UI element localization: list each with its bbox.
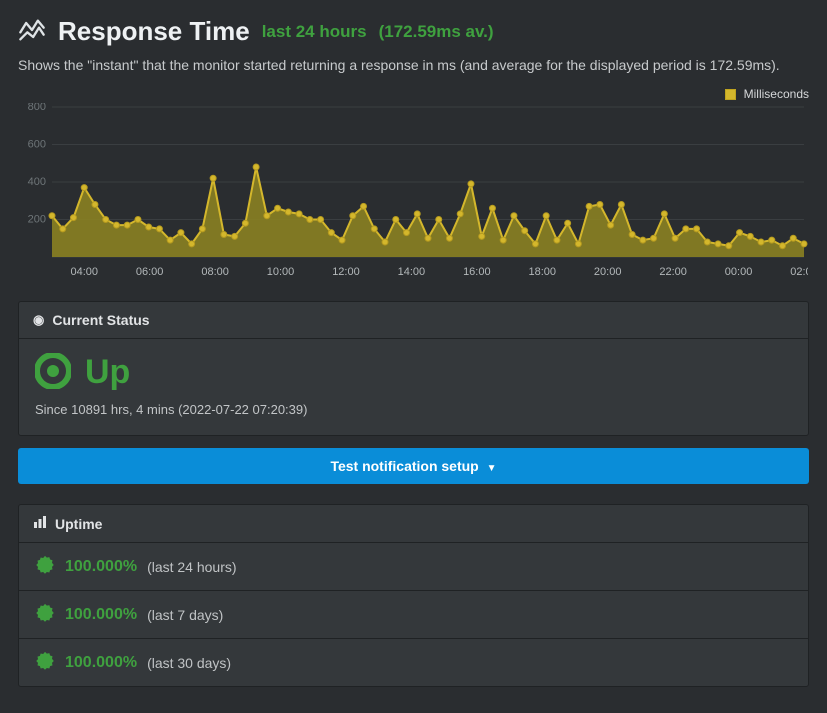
test-notification-label: Test notification setup (330, 458, 478, 474)
page-title-row: Response Time last 24 hours (172.59ms av… (18, 16, 809, 47)
svg-text:08:00: 08:00 (201, 266, 229, 278)
uptime-pct: 100.000% (65, 558, 137, 576)
seal-icon (35, 555, 55, 578)
seal-icon (35, 651, 55, 674)
bar-chart-icon (33, 515, 47, 532)
test-notification-button[interactable]: Test notification setup ▼ (18, 448, 809, 484)
response-time-chart: 200 400 600 800 04:00 06:00 08:00 10:00 12:00 14:… (18, 103, 808, 283)
chart-line-icon (18, 16, 46, 47)
svg-text:20:00: 20:00 (594, 266, 622, 278)
uptime-period: (last 30 days) (147, 655, 231, 671)
chart-legend: Milliseconds (18, 87, 809, 101)
legend-swatch (725, 89, 736, 100)
current-status-header: ◉ Current Status (19, 302, 808, 339)
svg-text:04:00: 04:00 (70, 266, 98, 278)
page-title: Response Time (58, 16, 250, 47)
uptime-period: (last 7 days) (147, 607, 223, 623)
subtitle-period: last 24 hours (262, 22, 367, 42)
current-status-body: Up Since 10891 hrs, 4 mins (2022-07-22 0… (19, 339, 808, 435)
uptime-pct: 100.000% (65, 606, 137, 624)
svg-text:02:00: 02:00 (790, 266, 808, 278)
svg-text:22:00: 22:00 (659, 266, 687, 278)
svg-text:14:00: 14:00 (398, 266, 426, 278)
status-label: Up (85, 353, 130, 392)
uptime-row: 100.000% (last 7 days) (19, 591, 808, 639)
uptime-pct: 100.000% (65, 654, 137, 672)
uptime-panel: Uptime 100.000% (last 24 hours) 100.000% (l… (18, 504, 809, 687)
svg-text:16:00: 16:00 (463, 266, 491, 278)
svg-text:06:00: 06:00 (136, 266, 164, 278)
svg-text:00:00: 00:00 (725, 266, 753, 278)
current-status-title: Current Status (52, 312, 149, 328)
legend-label: Milliseconds (744, 87, 809, 101)
status-up-icon (35, 353, 71, 392)
status-since: Since 10891 hrs, 4 mins (2022-07-22 07:2… (35, 402, 792, 417)
uptime-period: (last 24 hours) (147, 559, 236, 575)
subtitle-average: (172.59ms av.) (379, 22, 494, 42)
uptime-row: 100.000% (last 30 days) (19, 639, 808, 686)
svg-text:10:00: 10:00 (267, 266, 295, 278)
status-row: Up (35, 353, 792, 392)
record-icon: ◉ (33, 312, 44, 328)
uptime-row: 100.000% (last 24 hours) (19, 543, 808, 591)
chart-description: Shows the "instant" that the monitor sta… (18, 57, 809, 73)
svg-text:18:00: 18:00 (528, 266, 556, 278)
chevron-down-icon: ▼ (487, 463, 497, 474)
uptime-title: Uptime (55, 516, 102, 532)
svg-text:400: 400 (28, 176, 46, 188)
svg-text:600: 600 (28, 139, 46, 151)
uptime-header: Uptime (19, 505, 808, 543)
svg-text:800: 800 (28, 103, 46, 113)
current-status-panel: ◉ Current Status Up Since 10891 hrs, 4 m… (18, 301, 809, 436)
svg-text:200: 200 (28, 214, 46, 226)
seal-icon (35, 603, 55, 626)
svg-text:12:00: 12:00 (332, 266, 360, 278)
